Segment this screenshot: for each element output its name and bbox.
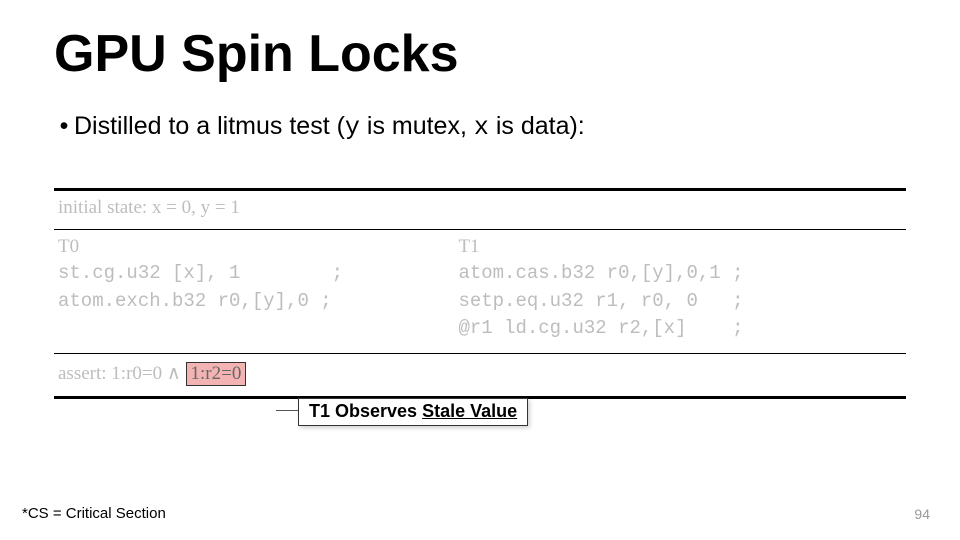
assert-line: assert: 1:r0=0 ∧ 1:r2=0 [58, 363, 246, 384]
assert-prefix: assert: 1:r0=0 ∧ [58, 363, 186, 384]
litmus-table: initial state: x = 0, y = 1 T0 st.cg.u32… [54, 188, 906, 399]
initial-state: initial state: x = 0, y = 1 [58, 197, 240, 218]
page-number: 94 [914, 506, 930, 522]
bullet-text-mid2: is data): [489, 112, 585, 140]
assert-highlight: 1:r2=0 [186, 362, 247, 386]
t0-code: st.cg.u32 [x], 1 ; atom.exch.b32 r0,[y],… [58, 260, 450, 315]
bullet-line: •Distilled to a litmus test (y is mutex,… [54, 112, 906, 142]
t1-code: atom.cas.b32 r0,[y],0,1 ; setp.eq.u32 r1… [458, 260, 902, 343]
footnote: *CS = Critical Section [22, 505, 166, 522]
bullet-dot: • [54, 112, 74, 141]
slide-title: GPU Spin Locks [54, 24, 906, 84]
bullet-y: y [345, 113, 360, 142]
bullet-text-pre: Distilled to a litmus test ( [74, 112, 345, 140]
bullet-text-mid1: is mutex, [360, 112, 474, 140]
t1-label: T1 [458, 236, 902, 258]
t0-label: T0 [58, 236, 450, 258]
bullet-x: x [474, 113, 489, 142]
callout-connector [276, 410, 298, 411]
callout-pre: T1 Observes [309, 401, 422, 421]
callout-box: T1 Observes Stale Value [298, 398, 528, 426]
callout-underline: Stale Value [422, 401, 517, 421]
